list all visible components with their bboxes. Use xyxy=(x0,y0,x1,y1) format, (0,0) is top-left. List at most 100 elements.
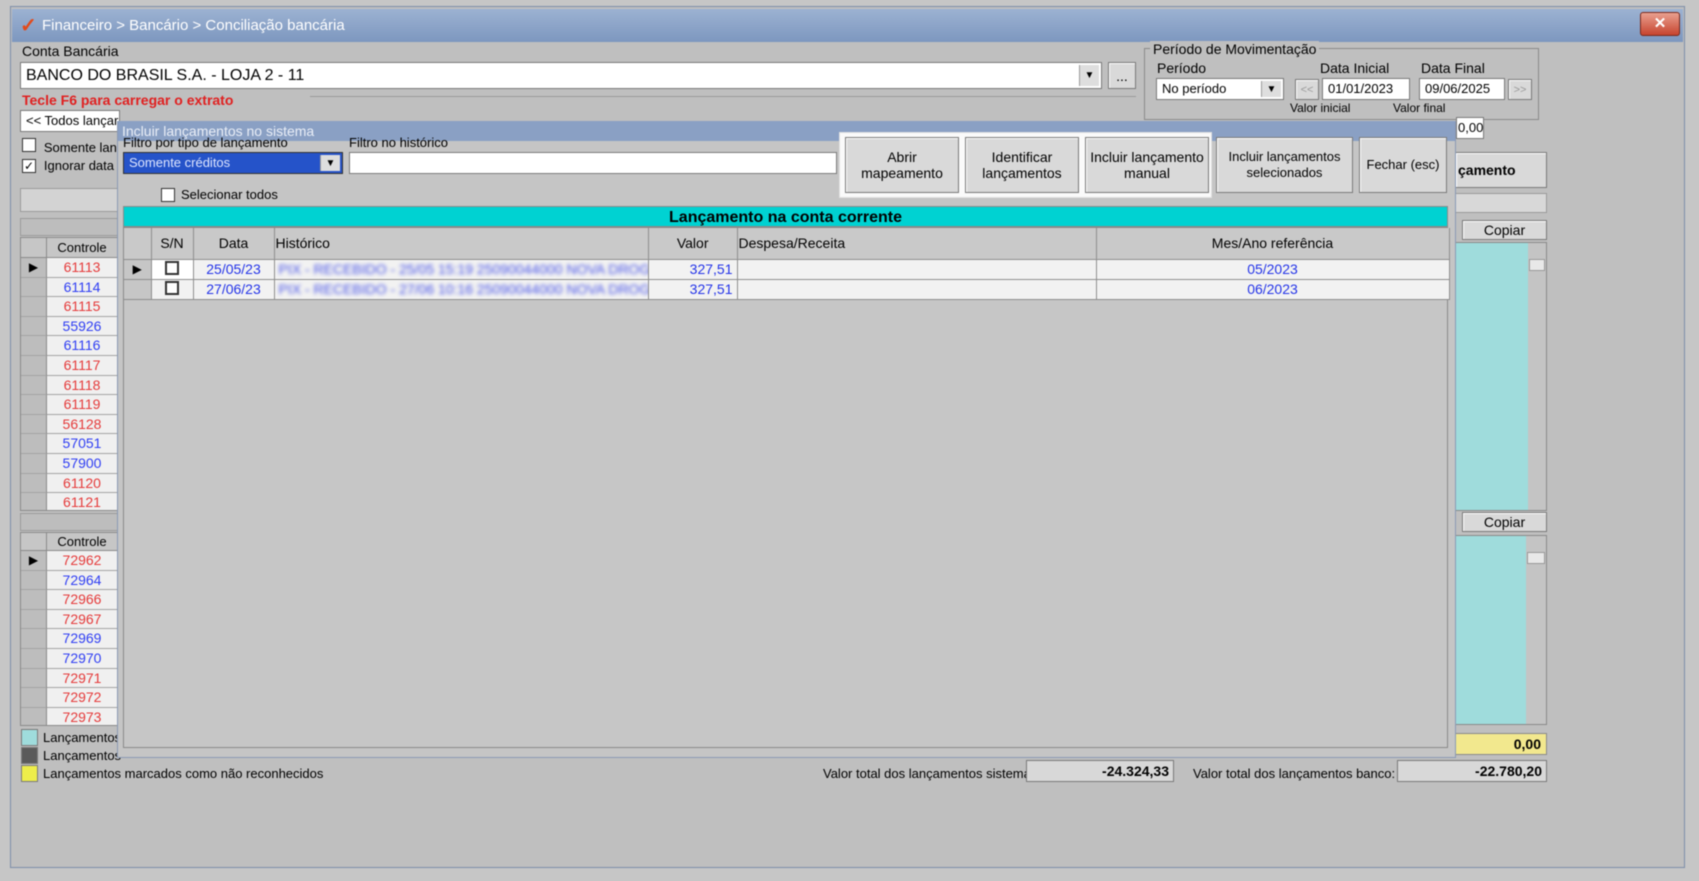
periodo-select[interactable]: No período ▼ xyxy=(1156,78,1284,100)
close-button[interactable]: ✕ xyxy=(1640,12,1680,36)
valor-inicial-label: Valor inicial xyxy=(1290,101,1351,115)
table-row[interactable]: 57051 xyxy=(21,434,117,454)
controle-cell: 72971 xyxy=(47,669,117,689)
valor-cell-text: 327,51 xyxy=(689,281,733,297)
data-cell: 27/06/23 xyxy=(193,279,275,300)
conta-browse-button[interactable]: ... xyxy=(1108,62,1136,89)
col-data[interactable]: Data xyxy=(193,228,275,260)
table-row[interactable]: 72966 xyxy=(21,590,117,610)
somente-option[interactable]: Somente lanç xyxy=(22,138,123,155)
mes-ano-cell: 06/2023 xyxy=(1096,279,1450,300)
col-mes-ano[interactable]: Mes/Ano referência xyxy=(1096,228,1450,260)
lancamentos-grid[interactable]: S/N Data Histórico Valor Despesa/Receita… xyxy=(123,227,1450,748)
row-header xyxy=(21,668,47,689)
controle-cell: 61118 xyxy=(47,376,117,396)
table-row[interactable]: 61118 xyxy=(21,375,117,396)
selecionar-todos-option[interactable]: Selecionar todos xyxy=(161,187,278,202)
table-row[interactable]: ▶ 25/05/23 PIX - RECEBIDO - 25/05 15:19 25… xyxy=(124,259,1450,280)
controle-cell: 72972 xyxy=(47,688,117,708)
table-row[interactable]: 61119 xyxy=(21,395,117,415)
legend-item-3: Lançamentos marcados como não reconhecid… xyxy=(21,765,323,782)
table-row[interactable]: 61116 xyxy=(21,336,117,356)
row-pointer-icon: ▶ xyxy=(21,258,47,278)
valor-cell-text: 327,51 xyxy=(689,261,733,277)
table-row[interactable]: 72971 xyxy=(21,668,117,689)
table-row[interactable]: 72970 xyxy=(21,648,117,669)
mes-ano-cell: 05/2023 xyxy=(1096,259,1450,280)
selecionar-todos-checkbox[interactable] xyxy=(161,187,175,202)
identificar-lancamentos-button[interactable]: Identificar lançamentos xyxy=(965,137,1079,193)
legend-swatch xyxy=(21,765,38,782)
ignorar-checkbox[interactable]: ✓ xyxy=(22,159,36,173)
grid-title: Lançamento na conta corrente xyxy=(123,206,1448,227)
incluir-manual-button[interactable]: Incluir lançamento manual xyxy=(1085,137,1209,193)
row-pointer-icon: ▶ xyxy=(21,551,47,571)
table-row[interactable]: 57900 xyxy=(21,453,117,474)
col-sn[interactable]: S/N xyxy=(151,228,194,260)
left-toolbar-2 xyxy=(20,513,118,531)
valor-cell: 327,51 xyxy=(648,259,738,280)
controle-cell: 72966 xyxy=(47,590,117,610)
col-valor[interactable]: Valor xyxy=(648,228,738,260)
table-row[interactable]: 61120 xyxy=(21,473,117,494)
table-row[interactable]: 72969 xyxy=(21,629,117,649)
legend-label: Lançamentos xyxy=(43,748,122,763)
controle-cell: 61115 xyxy=(47,297,117,317)
valor-final-input[interactable]: 0,00 xyxy=(1456,117,1484,139)
fechar-button[interactable]: Fechar (esc) xyxy=(1359,137,1447,193)
table-row[interactable]: 56128 xyxy=(21,414,117,435)
todos-lancamentos-button[interactable]: << Todos lançar xyxy=(20,110,120,132)
controle-header: Controle xyxy=(57,534,107,549)
table-row[interactable]: 61115 xyxy=(21,297,117,317)
total-banco-value: -22.780,20 xyxy=(1397,760,1547,782)
table-row[interactable]: 72973 xyxy=(21,707,117,725)
ignorar-option[interactable]: ✓ Ignorar data c xyxy=(22,157,124,173)
table-row[interactable]: 61114 xyxy=(21,277,117,298)
data-cell-text: 25/05/23 xyxy=(206,261,261,277)
controle-cell: 57900 xyxy=(47,454,117,474)
row-header xyxy=(21,473,47,494)
legend-item-2: Lançamentos xyxy=(21,747,121,764)
copiar-bottom-button[interactable]: Copiar xyxy=(1462,512,1547,532)
row-select-checkbox[interactable] xyxy=(165,260,179,275)
row-header xyxy=(21,316,47,337)
conta-select[interactable]: BANCO DO BRASIL S.A. - LOJA 2 - 11 ▼ xyxy=(20,62,1102,89)
bottom-control-grid[interactable]: Controle ▶ 72962 72964 72966 72967 72969 72970… xyxy=(20,532,118,726)
table-row[interactable]: ▶ 72962 xyxy=(21,551,117,571)
sn-checkbox-cell[interactable] xyxy=(151,259,194,280)
despesa-cell xyxy=(737,279,1097,300)
data-inicial-input[interactable]: 01/01/2023 xyxy=(1322,78,1410,100)
sn-checkbox-cell[interactable] xyxy=(151,279,194,300)
incluir-selecionados-button[interactable]: Incluir lançamentos selecionados xyxy=(1216,137,1353,193)
table-row[interactable]: 61117 xyxy=(21,355,117,376)
row-select-checkbox[interactable] xyxy=(165,280,179,295)
historico-cell-text: PIX - RECEBIDO - 25/05 15:19 25090044000… xyxy=(278,261,648,277)
table-row[interactable]: 72972 xyxy=(21,688,117,708)
filtro-tipo-select[interactable]: Somente créditos ▼ xyxy=(123,152,343,174)
col-despesa-receita[interactable]: Despesa/Receita xyxy=(737,228,1097,260)
table-row[interactable]: ▶ 61113 xyxy=(21,258,117,278)
table-row[interactable]: 27/06/23 PIX - RECEBIDO - 27/06 10:16 250… xyxy=(124,279,1450,300)
filtro-historico-input[interactable] xyxy=(349,152,837,174)
f6-hint: Tecle F6 para carregar o extrato xyxy=(22,92,234,108)
title-bar: ✓ Financeiro > Bancário > Conciliação ba… xyxy=(12,9,1683,42)
row-header xyxy=(21,629,47,649)
somente-label: Somente lanç xyxy=(43,140,124,155)
lancamento-button[interactable]: çamento xyxy=(1455,152,1547,188)
table-row[interactable]: 72967 xyxy=(21,609,117,630)
col-historico[interactable]: Histórico xyxy=(274,228,649,260)
conta-label: Conta Bancária xyxy=(22,43,119,59)
abrir-mapeamento-button[interactable]: Abrir mapeamento xyxy=(845,137,959,193)
prev-period-button[interactable]: << xyxy=(1295,79,1319,100)
top-control-grid[interactable]: Controle ▶ 61113 61114 61115 55926 61116 61117… xyxy=(20,237,118,511)
somente-checkbox[interactable] xyxy=(22,138,36,152)
controle-cell: 55926 xyxy=(47,317,117,337)
row-header xyxy=(21,375,47,396)
data-final-input[interactable]: 09/06/2025 xyxy=(1419,78,1505,100)
table-row[interactable]: 72964 xyxy=(21,570,117,591)
table-row[interactable]: 55926 xyxy=(21,316,117,337)
app-logo-icon: ✓ xyxy=(20,15,37,37)
copiar-top-button[interactable]: Copiar xyxy=(1462,220,1547,240)
table-row[interactable]: 61121 xyxy=(21,493,117,510)
next-period-button[interactable]: >> xyxy=(1508,79,1532,100)
